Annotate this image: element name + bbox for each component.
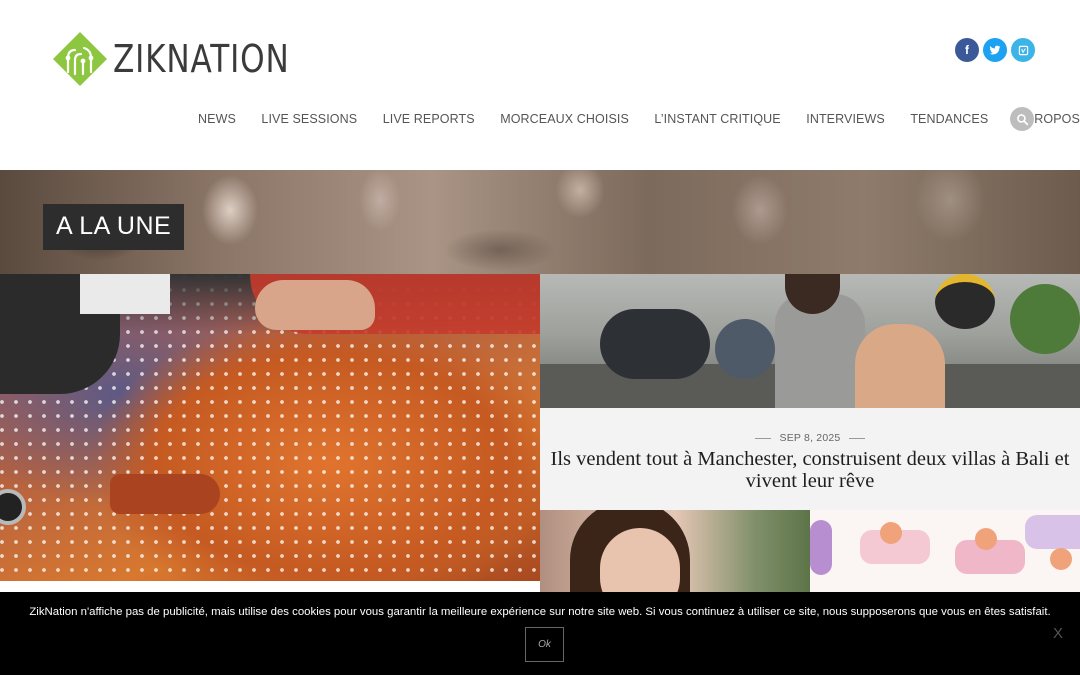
vimeo-icon[interactable] — [1011, 38, 1035, 62]
article-title[interactable]: Ils vendent tout à Manchester, construis… — [550, 448, 1070, 492]
article-image-woman[interactable] — [540, 510, 810, 592]
facebook-icon[interactable]: f — [955, 38, 979, 62]
nav-item-news[interactable]: NEWS — [198, 112, 236, 126]
featured-article-card[interactable]: SEP 8, 2025 Ils vendent tout à Mancheste… — [540, 408, 1080, 510]
logo-text: ZIKNATION — [113, 37, 290, 81]
search-icon — [1016, 113, 1028, 125]
nav-item-interviews[interactable]: INTERVIEWS — [806, 112, 885, 126]
close-icon[interactable]: X — [1053, 625, 1063, 642]
hero-banner: A LA UNE — [0, 170, 1080, 274]
article-date: SEP 8, 2025 — [540, 432, 1080, 444]
nav-item-tendances[interactable]: TENDANCES — [910, 112, 988, 126]
section-title: A LA UNE — [43, 204, 185, 250]
logo-diamond-icon — [53, 32, 107, 86]
article-image-sleep-illustration[interactable] — [810, 510, 1080, 592]
search-button[interactable] — [1010, 107, 1034, 131]
nav-item-instant-critique[interactable]: L’INSTANT CRITIQUE — [654, 112, 780, 126]
nav-item-live-reports[interactable]: LIVE REPORTS — [383, 112, 475, 126]
featured-article-image-bali[interactable] — [540, 274, 1080, 408]
social-links: f — [955, 38, 1035, 62]
site-header: ZIKNATION f NEWS LIVE SESSIONS LIVE REPO… — [0, 0, 1080, 170]
cookie-banner: ZikNation n'affiche pas de publicité, ma… — [0, 592, 1080, 675]
main-nav: NEWS LIVE SESSIONS LIVE REPORTS MORCEAUX… — [198, 112, 1080, 126]
twitter-icon[interactable] — [983, 38, 1007, 62]
cookie-message: ZikNation n'affiche pas de publicité, ma… — [29, 606, 1051, 618]
site-logo[interactable]: ZIKNATION — [53, 32, 328, 86]
nav-item-morceaux-choisis[interactable]: MORCEAUX CHOISIS — [500, 112, 629, 126]
featured-article-image-fish[interactable] — [0, 274, 540, 581]
cookie-accept-button[interactable]: Ok — [525, 627, 564, 662]
nav-item-live-sessions[interactable]: LIVE SESSIONS — [261, 112, 357, 126]
